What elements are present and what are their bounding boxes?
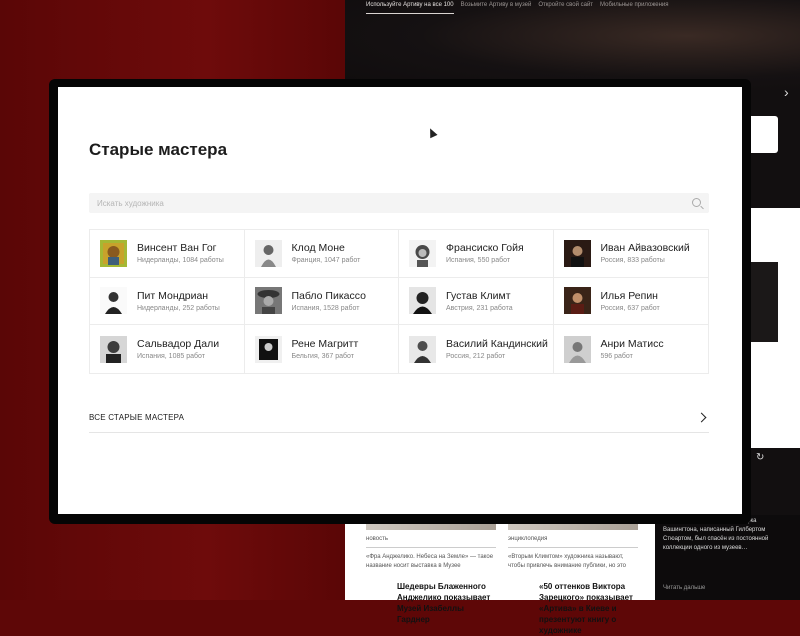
top-nav-item[interactable]: Используйте Артиву на все 100 xyxy=(366,2,454,14)
artist-card[interactable]: Василий Кандинский Россия, 212 работ xyxy=(399,325,554,373)
artist-meta: Испания, 1528 работ xyxy=(291,304,360,312)
read-more-link[interactable]: Читать дальше xyxy=(663,585,705,591)
old-masters-modal: Старые мастера Винсент Ван Гог Нидерланды… xyxy=(58,87,742,514)
artist-portrait xyxy=(254,287,282,315)
artist-meta: Россия, 212 работ xyxy=(446,353,506,361)
artist-portrait xyxy=(100,287,127,315)
artist-portrait xyxy=(409,239,436,267)
artist-card[interactable]: Анри Матисс 596 работ xyxy=(554,325,709,373)
artist-name: Василий Кандинский xyxy=(446,338,548,351)
artist-name: Пит Мондриан xyxy=(137,289,209,302)
news-card[interactable]: новость Шедевры Блаженного Анджелико пок… xyxy=(366,520,496,624)
artist-card[interactable]: Клод Моне Франция, 1047 работ xyxy=(244,230,399,278)
artist-card[interactable]: Сальвадор Дали Испания, 1085 работ xyxy=(90,325,245,373)
artist-meta: Австрия, 231 работа xyxy=(446,304,513,312)
news-title[interactable]: Шедевры Блаженного Анджелико показывает … xyxy=(397,581,496,625)
artist-portrait xyxy=(563,287,591,315)
artist-meta: Испания, 1085 работ xyxy=(137,353,205,361)
artist-portrait xyxy=(254,239,282,267)
artist-portrait xyxy=(563,239,591,267)
artist-card[interactable]: Франсиско Гойя Испания, 550 работ xyxy=(399,230,554,278)
side-image xyxy=(750,262,778,342)
artist-name: Густав Климт xyxy=(446,289,511,302)
artist-portrait xyxy=(100,239,127,267)
artist-name: Анри Матисс xyxy=(600,338,664,351)
artist-card[interactable]: Рене Магритт Бельгия, 367 работ xyxy=(245,325,399,373)
artist-name: Сальвадор Дали xyxy=(137,338,220,351)
search-icon[interactable] xyxy=(692,198,701,207)
news-snippet: «Фра Анджелико. Небеса на Земле» — такое… xyxy=(366,554,494,569)
artist-name: Иван Айвазовский xyxy=(600,242,690,255)
dark-column: Мэдисон во время войн Джорджа Вашингтона… xyxy=(655,515,800,600)
artist-meta: 596 работ xyxy=(600,353,633,361)
artist-portrait xyxy=(563,335,591,363)
news-card[interactable]: энциклопедия «50 оттенков Виктора Зарецк… xyxy=(508,520,638,635)
news-category: энциклопедия xyxy=(508,536,638,548)
news-snippet: «Вторым Климтом» художника называют, что… xyxy=(508,554,626,569)
artist-name: Илья Репин xyxy=(600,289,658,302)
artist-card[interactable]: Иван Айвазовский Россия, 833 работы xyxy=(553,230,708,278)
artist-name: Франсиско Гойя xyxy=(446,242,524,255)
artist-meta: Испания, 550 работ xyxy=(446,257,511,265)
artist-card[interactable]: Илья Репин Россия, 637 работ xyxy=(553,278,708,326)
artist-portrait xyxy=(254,335,282,363)
search-input[interactable] xyxy=(89,193,685,214)
artist-meta: Франция, 1047 работ xyxy=(291,257,361,265)
artist-card[interactable]: Винсент Ван Гог Нидерланды, 1084 работы xyxy=(90,230,245,278)
all-old-masters-link[interactable]: ВСЕ СТАРЫЕ МАСТЕРА xyxy=(89,403,709,433)
top-nav-item[interactable]: Откройте свой сайт xyxy=(538,2,593,14)
chevron-right-icon[interactable]: › xyxy=(784,84,789,100)
top-nav-item[interactable]: Мобильные приложения xyxy=(600,2,669,14)
artist-meta: Нидерланды, 1084 работы xyxy=(137,257,224,265)
artist-grid: Винсент Ван Гог Нидерланды, 1084 работы К… xyxy=(89,229,709,374)
artist-card[interactable]: Пит Мондриан Нидерланды, 252 работы xyxy=(90,277,245,326)
top-nav: Используйте Артиву на все 100 Возьмите А… xyxy=(366,2,669,14)
artist-portrait xyxy=(100,335,127,363)
artist-name: Винсент Ван Гог xyxy=(137,242,217,255)
refresh-icon[interactable]: ↻ xyxy=(756,452,764,463)
top-nav-item[interactable]: Возьмите Артиву в музей xyxy=(461,2,532,14)
artist-meta: Нидерланды, 252 работы xyxy=(137,304,220,312)
artist-meta: Россия, 637 работ xyxy=(600,304,660,312)
artist-meta: Бельгия, 367 работ xyxy=(291,353,355,361)
artist-card[interactable]: Пабло Пикассо Испания, 1528 работ xyxy=(244,277,399,326)
page-title: Старые мастера xyxy=(89,140,228,159)
all-old-masters-label: ВСЕ СТАРЫЕ МАСТЕРА xyxy=(89,413,185,422)
search-bar xyxy=(89,193,709,214)
artist-name: Клод Моне xyxy=(291,242,345,255)
artist-name: Пабло Пикассо xyxy=(291,289,366,302)
artist-name: Рене Магритт xyxy=(291,338,359,351)
chevron-right-icon xyxy=(696,412,707,423)
artist-meta: Россия, 833 работы xyxy=(600,257,665,265)
artist-portrait xyxy=(409,287,436,315)
artist-portrait xyxy=(409,335,436,363)
artist-card[interactable]: Густав Климт Австрия, 231 работа xyxy=(399,277,554,326)
news-category: новость xyxy=(366,536,496,548)
news-title[interactable]: «50 оттенков Виктора Зарецкого» показыва… xyxy=(539,581,638,636)
